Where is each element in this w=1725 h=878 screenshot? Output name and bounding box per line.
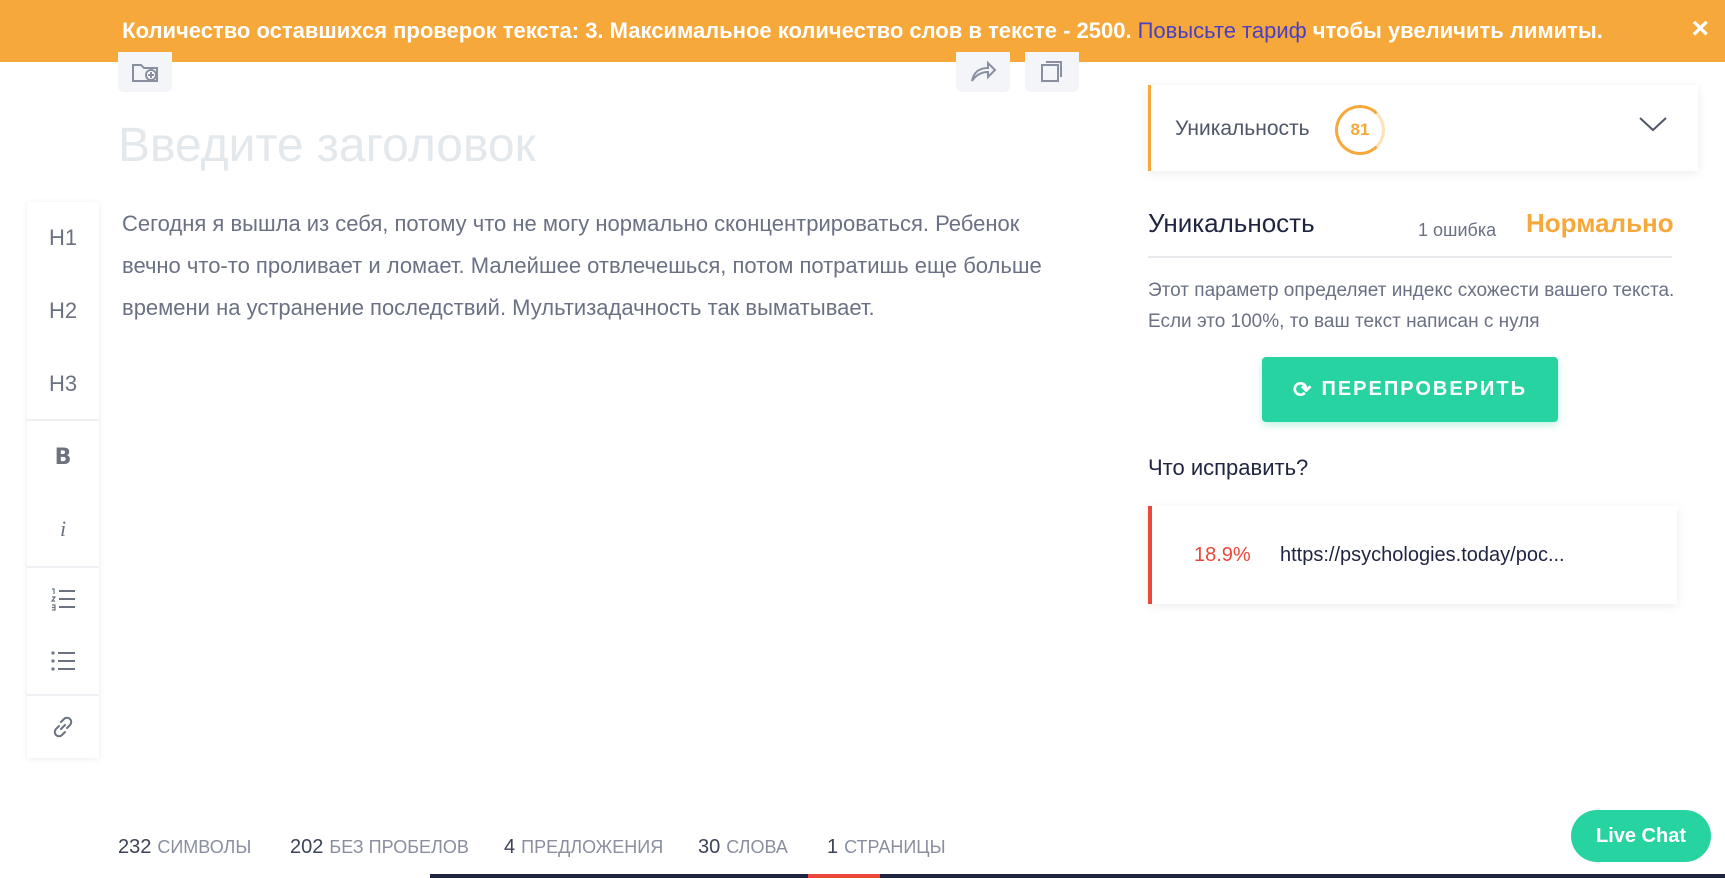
stat-words: 30 СЛОВА [698, 836, 788, 859]
stat-label: СТРАНИЦЫ [844, 837, 946, 857]
heading-3-button[interactable]: H3 [27, 353, 99, 415]
upgrade-plan-link[interactable]: Повысьте тариф [1138, 18, 1307, 44]
uniqueness-card-label: Уникальность [1175, 117, 1310, 140]
stat-no-spaces: 202 БЕЗ ПРОБЕЛОВ [290, 836, 469, 859]
link-button[interactable] [27, 696, 99, 758]
fix-item-url[interactable]: https://psychologies.today/poc... [1280, 544, 1565, 567]
stat-characters: 232 СИМВОЛЫ [118, 836, 251, 859]
editor-body[interactable]: Сегодня я вышла из себя, потому что не м… [122, 203, 1082, 329]
stat-number: 1 [827, 836, 839, 858]
limit-banner: Количество оставшихся проверок текста: 3… [0, 0, 1725, 62]
uniqueness-description: Этот параметр определяет индекс схожести… [1148, 280, 1675, 332]
fix-item[interactable]: 18.9% https://psychologies.today/poc... [1148, 506, 1677, 604]
what-to-fix-title: Что исправить? [1148, 455, 1309, 480]
banner-text: Количество оставшихся проверок текста: 3… [122, 18, 1132, 43]
heading-2-button[interactable]: H2 [27, 280, 99, 342]
chevron-down-icon[interactable] [1638, 115, 1668, 133]
fix-item-percent: 18.9% [1194, 544, 1251, 566]
stat-pages: 1 СТРАНИЦЫ [827, 836, 946, 859]
stats-bar: 232 СИМВОЛЫ 202 БЕЗ ПРОБЕЛОВ 4 ПРЕДЛОЖЕНИЯ … [0, 816, 1725, 878]
banner-suffix: чтобы увеличить лимиты. [1312, 18, 1603, 43]
ordered-list-button[interactable] [27, 568, 99, 630]
italic-button[interactable]: i [27, 498, 99, 560]
stat-sentences: 4 ПРЕДЛОЖЕНИЯ [504, 836, 663, 859]
format-toolbar: H1 H2 H3 B i [27, 202, 99, 758]
close-banner-button[interactable]: × [1691, 14, 1709, 44]
recheck-button[interactable]: ⟳ ПЕРЕПРОВЕРИТЬ [1262, 357, 1558, 422]
title-input[interactable]: Введите заголовок [118, 118, 536, 173]
stat-number: 202 [290, 836, 324, 858]
bullet-list-icon [51, 651, 75, 671]
uniqueness-section-title: Уникальность [1148, 208, 1315, 238]
ordered-list-icon [50, 588, 75, 611]
section-divider [1148, 256, 1672, 258]
stat-number: 4 [504, 836, 516, 858]
uniqueness-card[interactable]: Уникальность 81 [1148, 85, 1698, 171]
heading-1-button[interactable]: H1 [27, 207, 99, 269]
copy-icon [1041, 61, 1062, 82]
toolbar-divider [27, 419, 99, 421]
live-chat-button[interactable]: Live Chat [1571, 810, 1711, 862]
share-icon [971, 60, 997, 82]
add-document-button[interactable] [118, 52, 172, 92]
bottom-divider-accent [808, 874, 880, 878]
share-button[interactable] [956, 52, 1010, 92]
uniqueness-status: Нормально [1526, 208, 1674, 238]
stat-number: 30 [698, 836, 721, 858]
copy-button[interactable] [1025, 52, 1079, 92]
uniqueness-score: 81 [1335, 105, 1385, 155]
link-icon [53, 716, 73, 738]
error-count: 1 ошибка [1418, 220, 1497, 240]
stat-label: СЛОВА [726, 837, 788, 857]
recheck-label: ПЕРЕПРОВЕРИТЬ [1321, 378, 1527, 400]
refresh-icon: ⟳ [1293, 376, 1314, 402]
stat-label: БЕЗ ПРОБЕЛОВ [329, 837, 469, 857]
bottom-divider [430, 874, 1725, 878]
bullet-list-button[interactable] [27, 630, 99, 692]
add-folder-icon [132, 64, 158, 82]
bold-button[interactable]: B [27, 426, 99, 488]
stat-label: ПРЕДЛОЖЕНИЯ [521, 837, 664, 857]
stat-label: СИМВОЛЫ [157, 837, 252, 857]
stat-number: 232 [118, 836, 152, 858]
